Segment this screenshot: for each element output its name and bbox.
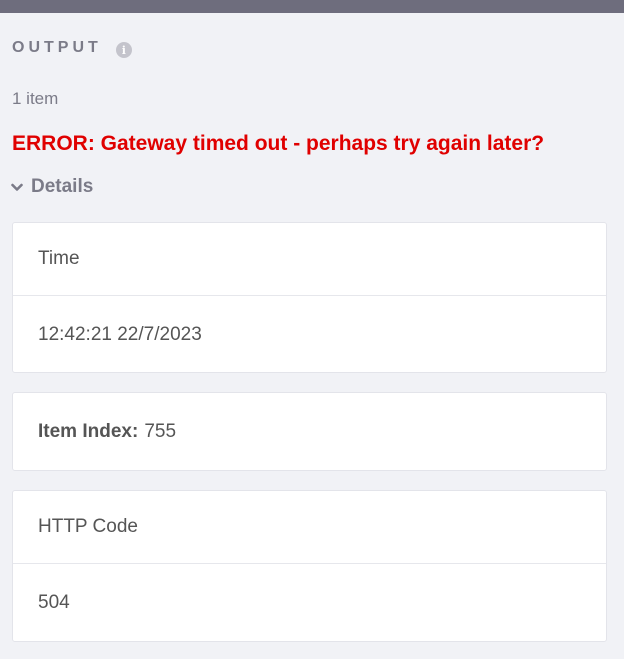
time-card: Time 12:42:21 22/7/2023	[12, 222, 607, 373]
details-label: Details	[31, 176, 94, 197]
details-toggle[interactable]: Details	[10, 176, 93, 198]
top-bar	[0, 0, 624, 13]
http-code-value: 504	[13, 563, 606, 642]
item-index-label: Item Index:	[38, 420, 139, 442]
time-label: Time	[38, 248, 80, 269]
output-header: OUTPUT i	[12, 38, 132, 58]
error-message: ERROR: Gateway timed out - perhaps try a…	[12, 132, 545, 155]
item-index-value: 755	[144, 420, 177, 442]
item-index-row: Item Index: 755	[13, 393, 606, 470]
http-code-card: HTTP Code 504	[12, 490, 607, 642]
http-code-label: HTTP Code	[38, 516, 138, 537]
chevron-down-icon	[10, 180, 24, 194]
info-icon[interactable]: i	[115, 42, 132, 58]
item-index-card: Item Index: 755	[12, 392, 607, 471]
time-value: 12:42:21 22/7/2023	[13, 295, 606, 373]
output-title: OUTPUT	[12, 39, 102, 56]
item-count: 1 item	[12, 89, 59, 108]
